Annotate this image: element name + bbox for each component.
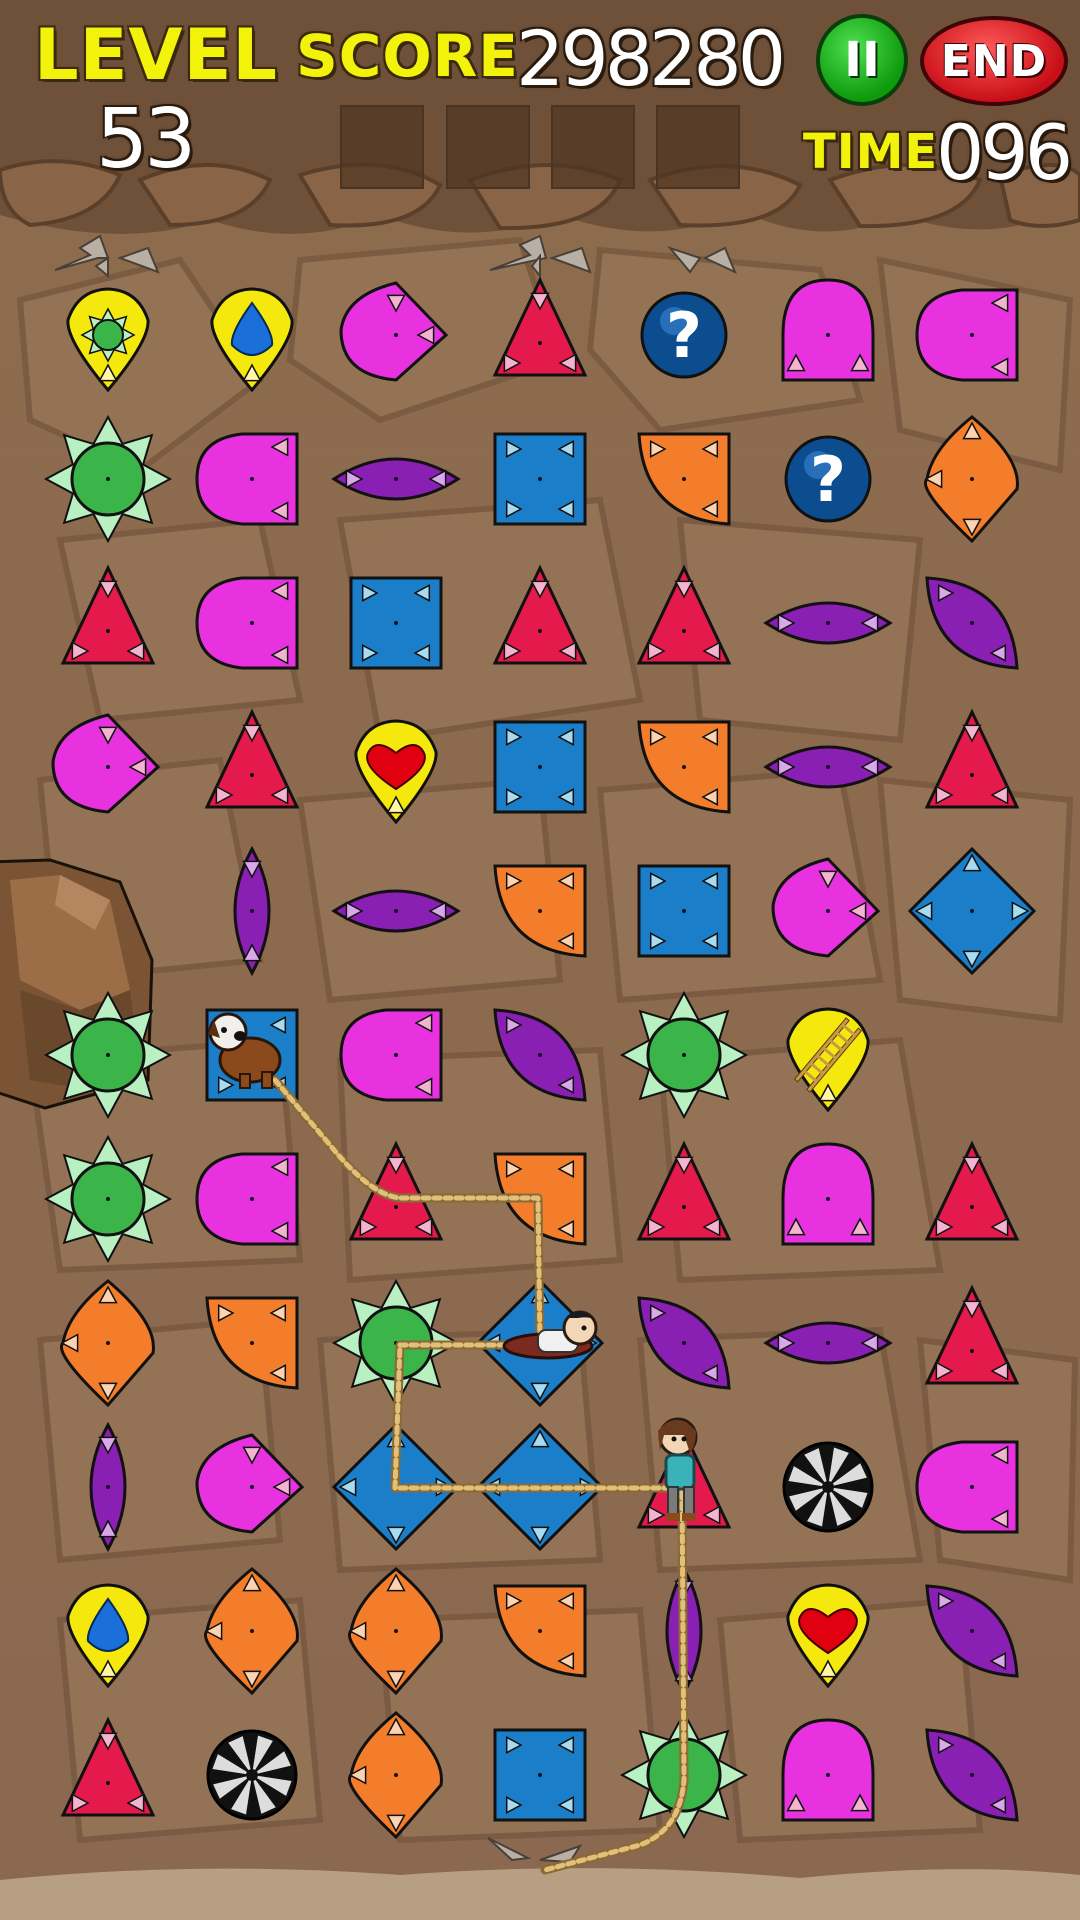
help-icon: ? — [810, 443, 846, 516]
blue-square-tile[interactable] — [493, 1728, 587, 1822]
green-star-tile[interactable] — [43, 414, 173, 544]
orange-quarter-tile[interactable] — [493, 864, 587, 958]
magenta-drop-tile[interactable] — [771, 857, 881, 958]
orange-quarter-tile[interactable] — [493, 1584, 587, 1678]
purple-leaf-d-tile[interactable] — [637, 1296, 731, 1390]
black-wheel-tile[interactable] — [206, 1729, 298, 1821]
help-icon: ? — [666, 299, 702, 372]
yellow-drop-water-tile[interactable] — [210, 287, 294, 393]
red-triangle-tile[interactable] — [60, 564, 156, 665]
red-triangle-tile[interactable] — [492, 564, 588, 665]
magenta-arch-tile[interactable] — [781, 1718, 875, 1822]
red-triangle-tile[interactable] — [924, 1284, 1020, 1385]
blue-square-tile[interactable] — [493, 720, 587, 814]
red-triangle-tile[interactable] — [348, 1140, 444, 1241]
orange-kite-tile[interactable] — [204, 1567, 299, 1696]
magenta-arch-tile[interactable] — [781, 1142, 875, 1246]
orange-quarter-tile[interactable] — [205, 1296, 299, 1390]
yellow-drop-water-tile[interactable] — [66, 1583, 150, 1689]
purple-leaf-d-tile[interactable] — [925, 576, 1019, 670]
yellow-drop-heart-tile[interactable] — [354, 719, 438, 825]
yellow-drop-heart-tile[interactable] — [786, 1583, 870, 1689]
green-star-tile[interactable] — [43, 1134, 173, 1264]
magenta-arch-tile[interactable] — [781, 278, 875, 382]
purple-leaf-h-tile[interactable] — [763, 745, 893, 789]
purple-leaf-h-tile[interactable] — [763, 601, 893, 645]
orange-kite-tile[interactable] — [348, 1711, 443, 1840]
blue-square-tile[interactable] — [637, 864, 731, 958]
purple-leaf-d-tile[interactable] — [925, 1584, 1019, 1678]
help-bubble-tile[interactable]: ? — [640, 291, 728, 379]
magenta-drop-tile[interactable] — [339, 281, 449, 382]
red-triangle-tile[interactable] — [60, 1716, 156, 1817]
magenta-half-tile[interactable] — [195, 576, 299, 670]
green-star-tile[interactable] — [619, 990, 749, 1120]
purple-leaf-d-tile[interactable] — [925, 1728, 1019, 1822]
orange-quarter-tile[interactable] — [637, 432, 731, 526]
blue-square-tile[interactable] — [349, 576, 443, 670]
red-triangle-tile[interactable] — [924, 708, 1020, 809]
black-wheel-tile[interactable] — [782, 1441, 874, 1533]
orange-kite-tile[interactable] — [60, 1279, 155, 1408]
purple-leaf-v-tile[interactable] — [233, 845, 271, 977]
yellow-drop-ladder-tile[interactable] — [786, 1007, 870, 1113]
red-triangle-tile[interactable] — [636, 564, 732, 665]
magenta-half-tile[interactable] — [195, 432, 299, 526]
help-bubble-tile[interactable]: ? — [784, 435, 872, 523]
purple-leaf-d-tile[interactable] — [493, 1008, 587, 1102]
blue-square-tile[interactable] — [493, 432, 587, 526]
purple-leaf-h-tile[interactable] — [331, 457, 461, 501]
magenta-half-tile[interactable] — [915, 288, 1019, 382]
magenta-half-tile[interactable] — [195, 1152, 299, 1246]
blue-diamond-tile[interactable] — [907, 846, 1037, 976]
green-star-tile[interactable] — [43, 990, 173, 1120]
purple-leaf-h-tile[interactable] — [763, 1321, 893, 1365]
magenta-drop-tile[interactable] — [51, 713, 161, 814]
purple-leaf-v-tile[interactable] — [89, 1421, 127, 1553]
red-triangle-tile[interactable] — [492, 276, 588, 377]
magenta-drop-tile[interactable] — [195, 1433, 305, 1534]
red-triangle-tile[interactable] — [204, 708, 300, 809]
yellow-drop-sun-tile[interactable] — [66, 287, 150, 393]
purple-leaf-h-tile[interactable] — [331, 889, 461, 933]
red-triangle-tile[interactable] — [924, 1140, 1020, 1241]
magenta-half-tile[interactable] — [915, 1440, 1019, 1534]
red-triangle-tile[interactable] — [636, 1140, 732, 1241]
orange-kite-tile[interactable] — [924, 415, 1019, 544]
magenta-half-tile[interactable] — [339, 1008, 443, 1102]
game-board: ?? — [43, 234, 1037, 1875]
orange-quarter-tile[interactable] — [637, 720, 731, 814]
orange-kite-tile[interactable] — [348, 1567, 443, 1696]
